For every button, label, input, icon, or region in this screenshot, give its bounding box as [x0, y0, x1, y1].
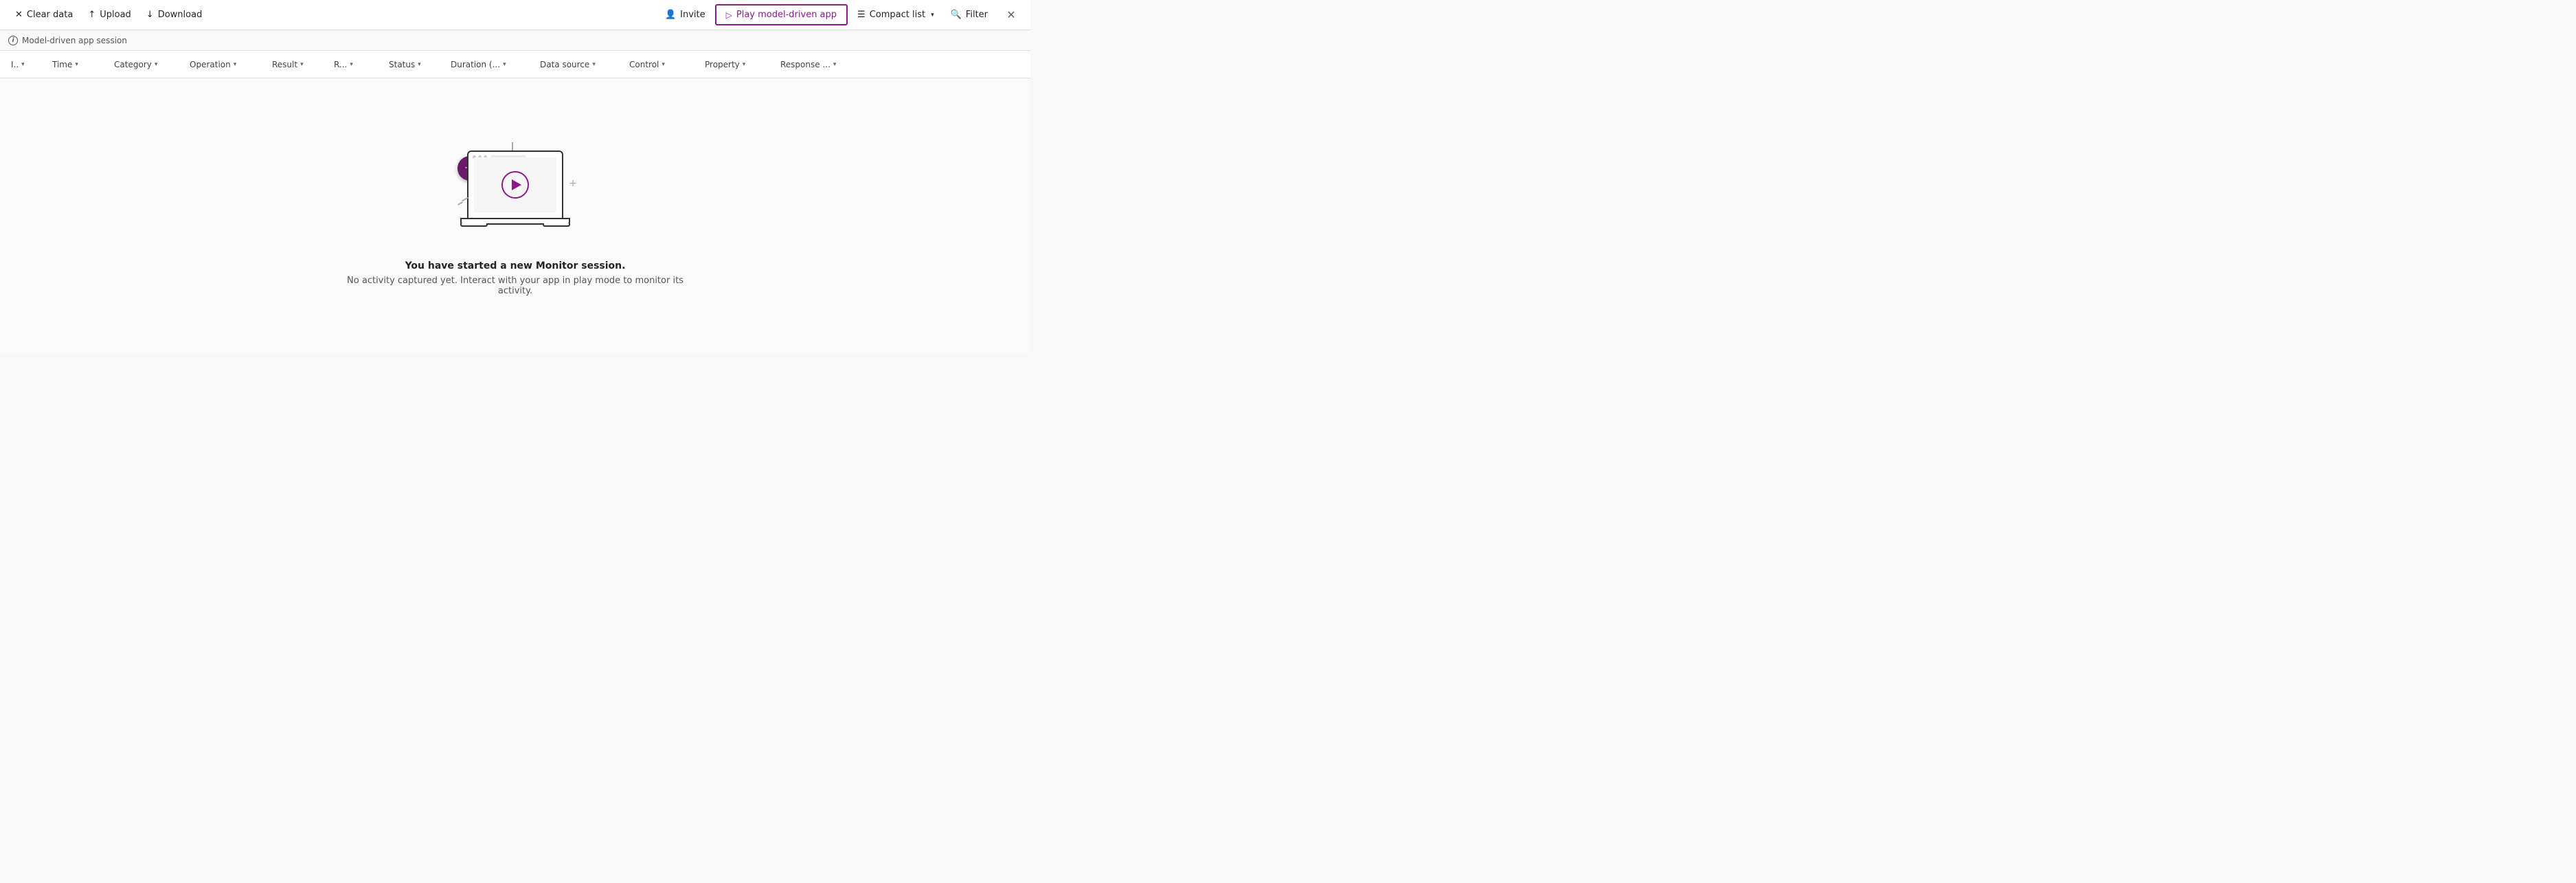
- col-category-chevron-icon: ▾: [155, 61, 158, 68]
- column-header-operation[interactable]: Operation ▾: [184, 51, 267, 78]
- col-property-chevron-icon: ▾: [743, 61, 746, 68]
- main-toolbar: ✕ Clear data ↑ Upload ↓ Download 👤 Invit…: [0, 0, 1030, 30]
- play-icon: ▷: [726, 10, 732, 20]
- col-id-label: I..: [11, 60, 19, 69]
- empty-state-subtitle: No activity captured yet. Interact with …: [343, 276, 687, 296]
- col-result-label: Result: [272, 60, 297, 69]
- compact-list-chevron-icon: ▾: [931, 12, 934, 19]
- compact-list-icon: ☰: [857, 10, 866, 20]
- filter-icon: 🔍: [951, 10, 962, 20]
- close-button[interactable]: ✕: [1000, 4, 1022, 26]
- filter-label: Filter: [966, 10, 988, 20]
- session-bar: i Model-driven app session: [0, 30, 1030, 51]
- compact-list-label: Compact list: [870, 10, 925, 20]
- col-operation-chevron-icon: ▾: [234, 61, 237, 68]
- column-header-result[interactable]: Result ▾: [267, 51, 328, 78]
- laptop-foot-right: [543, 223, 570, 227]
- col-time-chevron-icon: ▾: [75, 61, 78, 68]
- col-id-chevron-icon: ▾: [21, 61, 25, 68]
- empty-state-title: You have started a new Monitor session.: [405, 260, 626, 271]
- upload-label: Upload: [100, 10, 131, 20]
- col-duration-label: Duration (...: [451, 60, 500, 69]
- col-control-label: Control: [629, 60, 659, 69]
- play-model-driven-button[interactable]: ▷ Play model-driven app: [715, 4, 848, 25]
- play-button-icon: [501, 171, 529, 199]
- column-headers: I.. ▾ Time ▾ Category ▾ Operation ▾ Resu…: [0, 51, 1030, 78]
- invite-icon: 👤: [665, 10, 676, 20]
- col-datasource-chevron-icon: ▾: [592, 61, 596, 68]
- laptop-foot-left: [460, 223, 488, 227]
- column-header-datasource[interactable]: Data source ▾: [534, 51, 624, 78]
- column-header-property[interactable]: Property ▾: [699, 51, 775, 78]
- upload-button[interactable]: ↑ Upload: [81, 5, 137, 24]
- col-response-label: Response ...: [780, 60, 831, 69]
- column-header-category[interactable]: Category ▾: [109, 51, 184, 78]
- col-datasource-label: Data source: [540, 60, 589, 69]
- col-operation-label: Operation: [190, 60, 231, 69]
- invite-label: Invite: [680, 10, 705, 20]
- column-header-duration[interactable]: Duration (... ▾: [445, 51, 534, 78]
- column-header-control[interactable]: Control ▾: [624, 51, 699, 78]
- clear-data-label: Clear data: [27, 10, 73, 20]
- col-r-label: R...: [334, 60, 347, 69]
- col-status-chevron-icon: ▾: [418, 61, 421, 68]
- upload-icon: ↑: [88, 10, 95, 20]
- toolbar-right: 👤 Invite ▷ Play model-driven app ☰ Compa…: [658, 4, 1022, 26]
- clear-data-icon: ✕: [15, 10, 23, 20]
- clear-data-button[interactable]: ✕ Clear data: [8, 5, 80, 24]
- column-header-response[interactable]: Response ... ▾: [775, 51, 864, 78]
- download-button[interactable]: ↓ Download: [139, 5, 210, 24]
- col-response-chevron-icon: ▾: [833, 61, 837, 68]
- deco-dash-2: [457, 201, 463, 205]
- toolbar-left: ✕ Clear data ↑ Upload ↓ Download: [8, 5, 655, 24]
- download-label: Download: [158, 10, 203, 20]
- col-category-label: Category: [114, 60, 152, 69]
- column-header-r[interactable]: R... ▾: [328, 51, 383, 78]
- col-control-chevron-icon: ▾: [662, 61, 665, 68]
- invite-button[interactable]: 👤 Invite: [658, 5, 712, 24]
- col-property-label: Property: [705, 60, 740, 69]
- monitor-illustration: + +: [447, 137, 584, 247]
- column-header-id[interactable]: I.. ▾: [5, 51, 47, 78]
- session-label: Model-driven app session: [22, 36, 127, 45]
- play-triangle-icon: [512, 179, 521, 190]
- column-header-time[interactable]: Time ▾: [47, 51, 109, 78]
- laptop-screen: [467, 150, 563, 219]
- info-icon: i: [8, 36, 18, 45]
- filter-button[interactable]: 🔍 Filter: [944, 5, 995, 24]
- play-model-driven-label: Play model-driven app: [736, 10, 837, 20]
- col-status-label: Status: [389, 60, 415, 69]
- laptop-screen-inner: [474, 157, 556, 212]
- col-time-label: Time: [52, 60, 72, 69]
- download-icon: ↓: [146, 10, 154, 20]
- compact-list-button[interactable]: ☰ Compact list ▾: [850, 5, 941, 24]
- column-header-status[interactable]: Status ▾: [383, 51, 445, 78]
- empty-state: + + You have started a new Moni: [0, 78, 1030, 354]
- deco-plus-icon: +: [569, 178, 577, 189]
- col-r-chevron-icon: ▾: [350, 61, 353, 68]
- col-result-chevron-icon: ▾: [300, 61, 304, 68]
- col-duration-chevron-icon: ▾: [503, 61, 506, 68]
- close-icon: ✕: [1006, 8, 1015, 21]
